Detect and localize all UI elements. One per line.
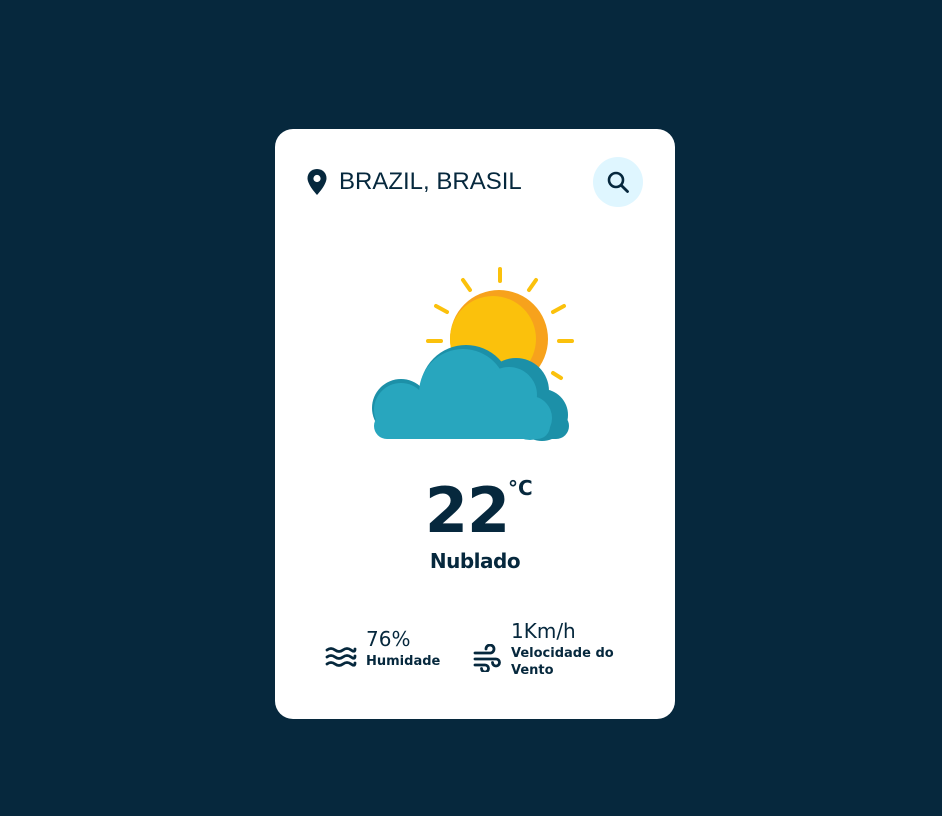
- humidity-value: 76%: [366, 627, 411, 651]
- search-button[interactable]: [593, 157, 643, 207]
- weather-card: 22 °C Nublado 76% Humidade: [275, 129, 675, 719]
- temperature-value: 22: [424, 474, 510, 547]
- temperature-unit: °C: [508, 476, 533, 500]
- location-search-input[interactable]: [339, 165, 579, 199]
- wind-icon: [473, 644, 501, 672]
- waves-icon: [325, 647, 357, 667]
- search-icon: [607, 171, 629, 193]
- wind-value: 1Km/h: [511, 619, 576, 643]
- humidity-text: 76% Humidade: [366, 625, 476, 670]
- temperature: 22 °C: [275, 475, 675, 547]
- wind-label: Velocidade do Vento: [511, 646, 614, 678]
- search-box: [305, 157, 643, 207]
- weather-description: Nublado: [429, 549, 521, 573]
- partly-cloudy-icon: [372, 267, 574, 441]
- location-pin-icon: [307, 169, 327, 195]
- wind-text: 1Km/h Velocidade do Vento: [511, 617, 621, 679]
- weather-details: 76% Humidade 1Km/h Velocidade do Vento: [275, 619, 675, 695]
- humidity-label: Humidade: [366, 654, 441, 669]
